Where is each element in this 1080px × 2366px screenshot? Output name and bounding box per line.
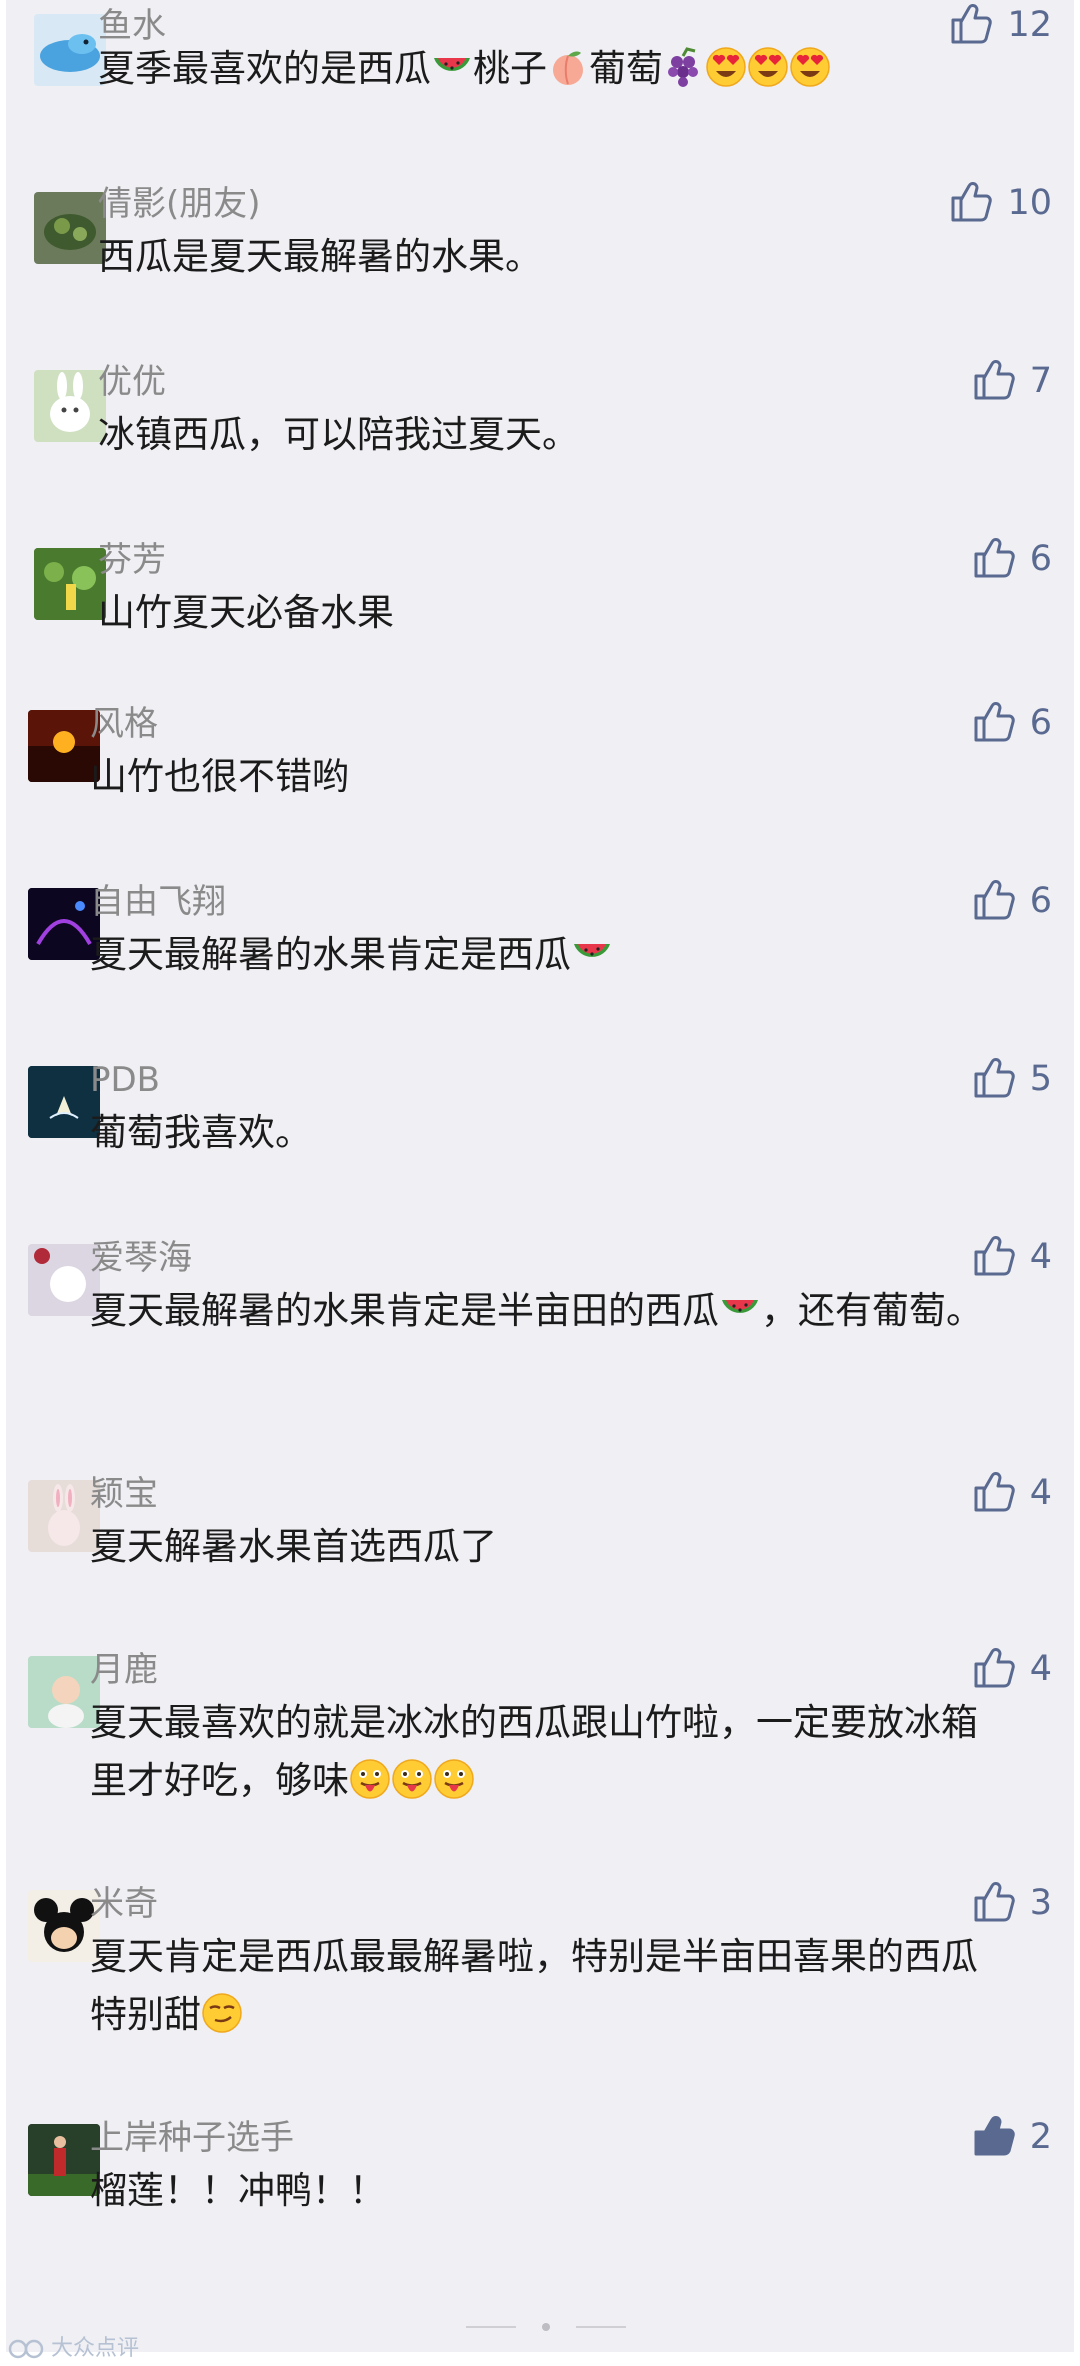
- thumbs-up-icon: [974, 1882, 1015, 1922]
- comment-text: 榴莲！！冲鸭！！: [90, 2169, 386, 2212]
- comment-text: 夏天肯定是西瓜最最解暑啦，特别是半亩田喜果的西瓜特别甜: [90, 1935, 978, 2036]
- avatar[interactable]: [34, 548, 106, 620]
- commenter-name[interactable]: 颖宝: [90, 1474, 158, 1514]
- like-count: 6: [1029, 703, 1052, 743]
- commenter-name[interactable]: 爱琴海: [90, 1238, 192, 1278]
- grapes-emoji: [666, 47, 700, 88]
- tongue-out-emoji: [349, 1758, 391, 1800]
- avatar[interactable]: [34, 14, 106, 86]
- comment-text: 夏天最喜欢的就是冰冰的西瓜跟山竹啦，一定要放冰箱里才好吃，够味: [90, 1701, 978, 1802]
- like-count: 4: [1029, 1473, 1052, 1513]
- thumbs-up-icon: [974, 1058, 1015, 1098]
- comment-text: 西瓜是夏天最解暑的水果。: [98, 235, 542, 278]
- like-count: 5: [1029, 1059, 1052, 1099]
- thumbs-up-icon: [951, 182, 993, 222]
- like-button[interactable]: 4: [970, 1648, 1052, 1690]
- watermelon-emoji: [574, 944, 610, 957]
- peach-emoji: [552, 50, 584, 86]
- thumbs-up-filled-icon: [974, 2116, 1015, 2156]
- like-count: 7: [1029, 361, 1052, 401]
- thumbs-up-icon: [974, 1236, 1015, 1276]
- comment-text: 夏季最喜欢的是西瓜 桃子 葡萄: [98, 40, 1018, 98]
- watermelon-emoji: [722, 1300, 758, 1313]
- like-count: 4: [1029, 1237, 1052, 1277]
- comment-text: 冰镇西瓜，可以陪我过夏天。: [98, 413, 579, 456]
- thumbs-up-icon: [974, 1472, 1015, 1512]
- page-indicator: [466, 2323, 626, 2331]
- commenter-name[interactable]: 优优: [98, 362, 166, 402]
- watermelon-emoji: [434, 58, 470, 71]
- like-button[interactable]: 3: [970, 1882, 1052, 1924]
- heart-eyes-emoji: [748, 47, 788, 87]
- commenter-name[interactable]: 倩影(朋友): [98, 184, 261, 224]
- commenter-name[interactable]: 月鹿: [90, 1650, 158, 1690]
- avatar[interactable]: [34, 192, 106, 264]
- commenter-name[interactable]: 风格: [90, 704, 158, 744]
- heart-eyes-emoji: [790, 47, 830, 87]
- commenter-name[interactable]: 芬芳: [98, 540, 166, 580]
- like-count: 2: [1029, 2117, 1052, 2157]
- like-button[interactable]: 4: [970, 1236, 1052, 1278]
- commenter-name[interactable]: 上岸种子选手: [90, 2118, 294, 2158]
- like-button[interactable]: 7: [970, 360, 1052, 402]
- like-count: 6: [1029, 881, 1052, 921]
- commenter-name[interactable]: PDB: [90, 1060, 160, 1100]
- comment-text: 山竹也很不错哟: [90, 755, 349, 798]
- thumbs-up-icon: [974, 702, 1015, 742]
- thumbs-up-icon: [974, 1648, 1015, 1688]
- avatar[interactable]: [34, 370, 106, 442]
- comment-text: 夏天最解暑的水果肯定是西瓜: [90, 926, 1010, 984]
- like-button[interactable]: 10: [947, 182, 1052, 224]
- watermark-text: 大众点评: [51, 2336, 140, 2361]
- like-count: 3: [1029, 1883, 1052, 1923]
- comment-text: 葡萄我喜欢。: [90, 1111, 312, 1154]
- like-count: 6: [1029, 539, 1052, 579]
- like-button[interactable]: 6: [970, 702, 1052, 744]
- dianping-logo-icon: [8, 2339, 44, 2359]
- like-count: 4: [1029, 1649, 1052, 1689]
- comment-text: 夏天最解暑的水果肯定是半亩田的西瓜 ，还有葡萄。: [90, 1289, 983, 1332]
- comment-text: 山竹夏天必备水果: [98, 591, 394, 634]
- thumbs-up-icon: [974, 880, 1015, 920]
- comment-text: 夏天解暑水果首选西瓜了: [90, 1525, 497, 1568]
- commenter-name[interactable]: 米奇: [90, 1884, 158, 1924]
- tongue-out-emoji: [433, 1758, 475, 1800]
- like-button[interactable]: 5: [970, 1058, 1052, 1100]
- like-button[interactable]: 2: [970, 2116, 1052, 2158]
- like-button[interactable]: 6: [970, 880, 1052, 922]
- heart-eyes-emoji: [706, 47, 746, 87]
- thumbs-up-icon: [974, 538, 1015, 578]
- comments-list: 鱼水 12 夏季最喜欢的是西瓜 桃子 葡萄 倩影(朋友) 10 西瓜是夏天最解暑的水…: [6, 0, 1074, 2352]
- watermark: 大众点评: [8, 2330, 139, 2362]
- smirk-emoji: [201, 1992, 243, 2034]
- like-button[interactable]: 6: [970, 538, 1052, 580]
- thumbs-up-icon: [974, 360, 1015, 400]
- like-count: 10: [1007, 183, 1052, 223]
- tongue-out-emoji: [391, 1758, 433, 1800]
- commenter-name[interactable]: 自由飞翔: [90, 882, 226, 922]
- like-button[interactable]: 4: [970, 1472, 1052, 1514]
